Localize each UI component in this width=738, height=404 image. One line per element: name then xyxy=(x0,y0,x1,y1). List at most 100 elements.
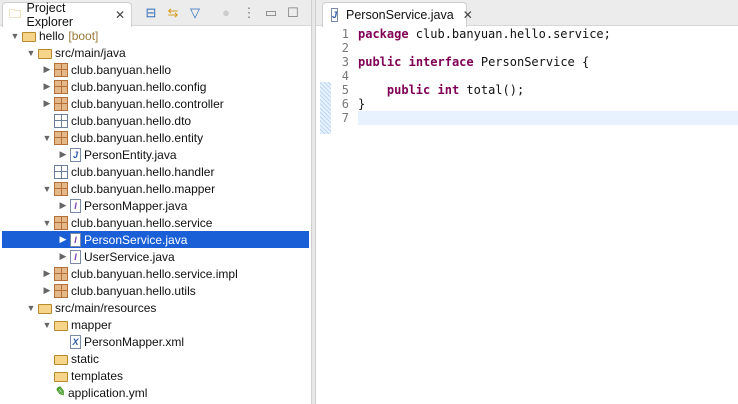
minimize-icon[interactable]: ▭ xyxy=(263,5,279,21)
tree-item-label: club.banyuan.hello.service.impl xyxy=(71,266,238,281)
tree-item[interactable]: ▶ club.banyuan.hello.config xyxy=(2,78,309,95)
xml-file-icon: X xyxy=(70,334,81,349)
tree-item-label: PersonService.java xyxy=(84,232,188,247)
keyword: interface xyxy=(408,55,474,69)
tree-item[interactable]: ▶ J PersonEntity.java xyxy=(2,146,309,163)
package-icon xyxy=(54,181,68,196)
code-line: 6} xyxy=(316,97,738,111)
tree-item-label: templates xyxy=(71,368,124,383)
keyword: package xyxy=(358,27,409,41)
package-icon xyxy=(54,266,68,281)
tree-item[interactable]: ✎ application.yml xyxy=(2,384,309,401)
code-token: } xyxy=(358,97,366,111)
tree-item[interactable]: ▼ src/main/resources xyxy=(2,299,309,316)
collapsed-arrow-icon[interactable]: ▶ xyxy=(42,268,52,279)
tree-item-label: club.banyuan.hello xyxy=(71,62,172,77)
focus-icon[interactable]: ● xyxy=(218,5,234,21)
tree-item[interactable]: ▶ I UserService.java xyxy=(2,248,309,265)
tree-item[interactable]: ▶ club.banyuan.hello xyxy=(2,61,309,78)
tree-item[interactable]: ▼ club.banyuan.hello.entity xyxy=(2,129,309,146)
collapse-all-icon[interactable]: ⊟ xyxy=(143,5,159,21)
line-number: 3 xyxy=(341,55,349,69)
tree-item[interactable]: ▼ hello [boot] xyxy=(2,27,309,44)
code-line: 3 public interface PersonService { xyxy=(316,55,738,69)
keyword: int xyxy=(437,83,460,97)
yaml-file-icon: ✎ xyxy=(54,383,65,400)
java-class-icon: J xyxy=(70,147,81,162)
folder-icon xyxy=(54,354,68,365)
code-token: PersonService { xyxy=(473,55,590,69)
empty-package-icon xyxy=(54,164,68,179)
expanded-arrow-icon[interactable]: ▼ xyxy=(42,218,52,228)
empty-package-icon xyxy=(54,113,68,128)
expanded-arrow-icon[interactable]: ▼ xyxy=(26,48,36,58)
collapsed-arrow-icon[interactable]: ▶ xyxy=(42,285,52,296)
tree-item[interactable]: ▶ I PersonService.java xyxy=(2,231,309,248)
editor-panel: J PersonService.java ✕ 1 package club.ban… xyxy=(316,0,738,404)
java-interface-icon: I xyxy=(70,232,81,247)
tree-item-label: club.banyuan.hello.entity xyxy=(71,130,204,145)
expanded-arrow-icon[interactable]: ▼ xyxy=(26,303,36,313)
line-number: 2 xyxy=(341,41,349,55)
tree-item[interactable]: club.banyuan.hello.handler xyxy=(2,163,309,180)
collapsed-arrow-icon[interactable]: ▶ xyxy=(58,234,68,245)
tree-item-label: club.banyuan.hello.dto xyxy=(71,113,192,128)
java-interface-icon: I xyxy=(70,198,81,213)
tree-item[interactable]: ▼ src/main/java xyxy=(2,44,309,61)
tree-item[interactable]: static xyxy=(2,350,309,367)
collapsed-arrow-icon[interactable]: ▶ xyxy=(42,81,52,92)
collapsed-arrow-icon[interactable]: ▶ xyxy=(58,149,68,160)
source-folder-icon xyxy=(38,303,52,314)
tree-item-suffix: [boot] xyxy=(68,28,99,43)
expanded-arrow-icon[interactable]: ▼ xyxy=(10,31,20,41)
tree-item[interactable]: ▶ club.banyuan.hello.service.impl xyxy=(2,265,309,282)
tab-project-explorer[interactable]: 🗀 Project Explorer ✕ xyxy=(2,1,132,29)
package-icon xyxy=(54,283,68,298)
expanded-arrow-icon[interactable]: ▼ xyxy=(42,133,52,143)
tree-item-label: club.banyuan.hello.controller xyxy=(71,96,224,111)
source-folder-icon xyxy=(38,48,52,59)
package-icon xyxy=(54,96,68,111)
tree-item[interactable]: ▼ mapper xyxy=(2,316,309,333)
close-icon[interactable]: ✕ xyxy=(115,8,125,22)
collapsed-arrow-icon[interactable]: ▶ xyxy=(42,64,52,75)
link-editor-icon[interactable]: ⇆ xyxy=(165,5,181,21)
code-text: public int total(); xyxy=(354,83,524,97)
view-menu-icon[interactable]: ⋮ xyxy=(241,5,257,21)
tree-item[interactable]: club.banyuan.hello.dto xyxy=(2,112,309,129)
tree-item-label: src/main/resources xyxy=(55,300,157,315)
project-explorer-icon: 🗀 xyxy=(9,6,22,21)
tree-item-label: PersonMapper.java xyxy=(84,198,188,213)
tab-person-service[interactable]: J PersonService.java ✕ xyxy=(322,2,473,27)
tree-item[interactable]: ▶ club.banyuan.hello.controller xyxy=(2,95,309,112)
collapsed-arrow-icon[interactable]: ▶ xyxy=(42,98,52,109)
tree-item-label: club.banyuan.hello.utils xyxy=(71,283,196,298)
package-icon xyxy=(54,130,68,145)
keyword: public xyxy=(358,55,402,69)
editor-tab-bar: J PersonService.java ✕ xyxy=(316,0,738,27)
close-icon[interactable]: ✕ xyxy=(463,8,473,22)
code-line: 1 package club.banyuan.hello.service; xyxy=(316,27,738,41)
tree-item[interactable]: ▶ club.banyuan.hello.utils xyxy=(2,282,309,299)
project-icon xyxy=(22,31,36,42)
line-number: 5 xyxy=(341,83,349,97)
tree-item[interactable]: ▼ club.banyuan.hello.mapper xyxy=(2,180,309,197)
tree-item[interactable]: templates xyxy=(2,367,309,384)
tree-item[interactable]: X PersonMapper.xml xyxy=(2,333,309,350)
tree-item[interactable]: ▼ club.banyuan.hello.service xyxy=(2,214,309,231)
expanded-arrow-icon[interactable]: ▼ xyxy=(42,320,52,330)
maximize-icon[interactable]: ☐ xyxy=(285,5,301,21)
collapsed-arrow-icon[interactable]: ▶ xyxy=(58,251,68,262)
expanded-arrow-icon[interactable]: ▼ xyxy=(42,184,52,194)
tree-item[interactable]: ▶ I PersonMapper.java xyxy=(2,197,309,214)
filter-icon[interactable]: ▽ xyxy=(187,5,203,21)
tree-item-label: club.banyuan.hello.config xyxy=(71,79,207,94)
collapsed-arrow-icon[interactable]: ▶ xyxy=(58,200,68,211)
tree-item-label: application.yml xyxy=(68,385,148,400)
code-line: 4 xyxy=(316,69,738,83)
tree-item-label: club.banyuan.hello.handler xyxy=(71,164,215,179)
folder-icon xyxy=(54,371,68,382)
